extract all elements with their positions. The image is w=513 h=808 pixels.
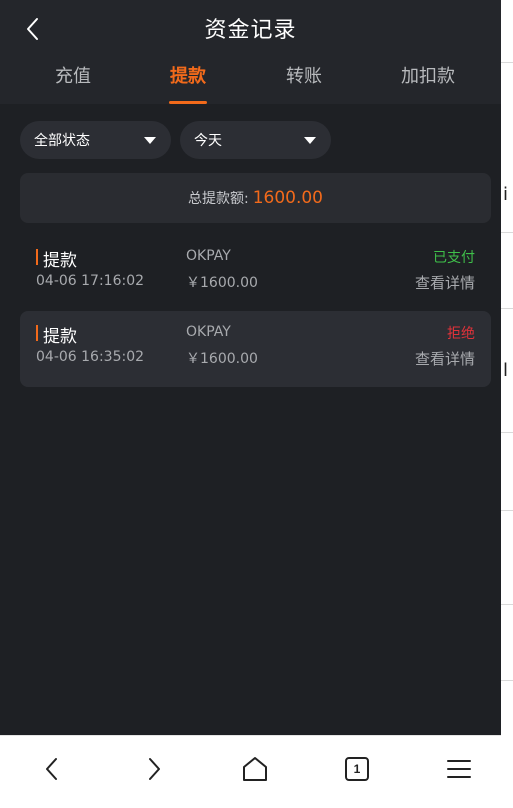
tab-count: 1 (353, 762, 361, 776)
caret-down-icon (144, 137, 156, 144)
date-filter-dropdown[interactable]: 今天 (180, 121, 331, 159)
record-amount: ￥1600.00 (186, 351, 258, 367)
browser-tabs-button[interactable]: 1 (342, 754, 372, 784)
tab-bar: 充值 提款 转账 加扣款 (0, 62, 501, 104)
record-time: 04-06 17:16:02 (36, 273, 145, 289)
tab-adjustment[interactable]: 加扣款 (378, 62, 478, 104)
record-type-label: 提款 (43, 251, 77, 271)
record-type-label: 提款 (43, 327, 77, 347)
accent-bar (36, 325, 38, 341)
tab-transfer[interactable]: 转账 (254, 62, 354, 104)
tab-label: 充值 (55, 66, 91, 87)
view-details-link[interactable]: 查看详情 (415, 272, 475, 293)
record-type: 提款 (36, 322, 77, 347)
record-status: 拒绝 (447, 326, 475, 342)
total-summary: 总提款额: 1600.00 (20, 173, 491, 223)
tab-label: 转账 (286, 66, 322, 87)
header: 资金记录 充值 提款 转账 加扣款 (0, 0, 501, 104)
background-page-edge: i l (501, 0, 513, 807)
browser-menu-button[interactable] (444, 754, 474, 784)
record-row[interactable]: 提款 04-06 16:35:02 OKPAY ￥1600.00 拒绝 查看详情 (20, 311, 491, 387)
browser-home-button[interactable] (240, 754, 270, 784)
home-icon (243, 757, 267, 781)
page-title: 资金记录 (204, 18, 297, 43)
tab-recharge[interactable]: 充值 (23, 62, 123, 104)
record-status: 已支付 (433, 250, 475, 266)
record-type: 提款 (36, 246, 77, 271)
active-tab-indicator (169, 101, 207, 104)
browser-forward-icon (149, 758, 160, 780)
view-details-link[interactable]: 查看详情 (415, 348, 475, 369)
record-channel: OKPAY (186, 248, 231, 264)
status-filter-dropdown[interactable]: 全部状态 (20, 121, 171, 159)
status-filter-label: 全部状态 (34, 133, 90, 149)
record-channel: OKPAY (186, 324, 231, 340)
menu-icon (447, 760, 471, 778)
record-row[interactable]: 提款 04-06 17:16:02 OKPAY ￥1600.00 已支付 查看详… (20, 235, 491, 311)
browser-forward-button[interactable] (139, 754, 169, 784)
date-filter-label: 今天 (194, 133, 222, 149)
tab-label: 加扣款 (401, 66, 455, 87)
record-time: 04-06 16:35:02 (36, 349, 145, 365)
browser-back-button[interactable] (37, 754, 67, 784)
tab-withdraw[interactable]: 提款 (138, 62, 238, 104)
total-label: 总提款额: (187, 191, 249, 207)
total-value: 1600.00 (252, 188, 324, 208)
record-amount: ￥1600.00 (186, 275, 258, 291)
browser-back-icon (46, 758, 57, 780)
caret-down-icon (304, 137, 316, 144)
browser-toolbar: 1 (0, 735, 501, 808)
app-screen: 资金记录 充值 提款 转账 加扣款 全部状态 今天 总提款额:1600.00 (0, 0, 501, 735)
tab-label: 提款 (170, 66, 206, 87)
accent-bar (36, 249, 38, 265)
